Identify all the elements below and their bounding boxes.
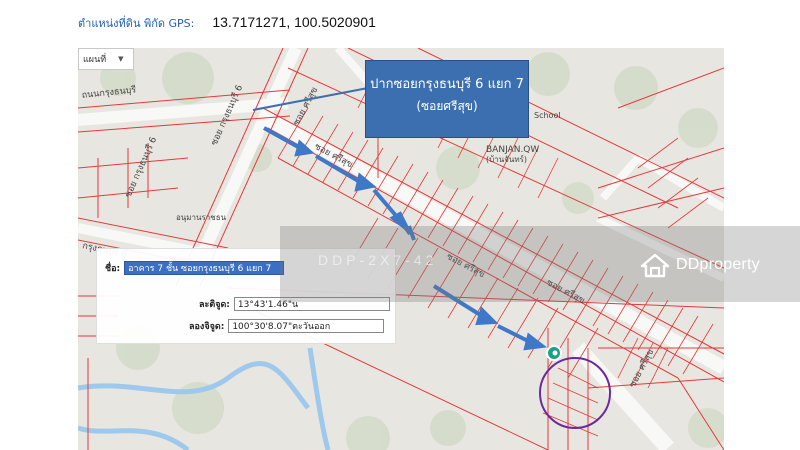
name-label: ชื่อ: [105, 264, 121, 274]
lon-row: ลองจิจูด: 100°30'8.07"ตะวันออก [189, 319, 385, 333]
callout-box: ปากซอยกรุงธนบุรี 6 แยก 7 (ซอยศรีสุข) [365, 60, 529, 138]
callout-subtitle: (ซอยศรีสุข) [416, 99, 478, 113]
callout-title: ปากซอยกรุงธนบุรี 6 แยก 7 [370, 77, 524, 92]
house-logo-icon [640, 253, 670, 278]
ddproperty-watermark: DDproperty [640, 252, 760, 278]
chevron-down-icon: ▼ [118, 55, 124, 63]
gps-value: 13.7171271, 100.5020901 [212, 14, 376, 30]
lon-field[interactable]: 100°30'8.07"ตะวันออก [228, 319, 385, 333]
gps-header: ตำแหน่งที่ดิน พิกัด GPS: 13.7171271, 100… [78, 14, 376, 36]
place-label: อนุมานราชธน [176, 213, 227, 222]
name-field[interactable]: อาคาร 7 ชั้น ซอยกรุงธนบุรี 6 แยก 7 [124, 261, 285, 275]
lat-label: ละติจูด: [199, 300, 230, 310]
map-type-select[interactable]: แผนที่ ▼ [78, 48, 134, 70]
place-label: BANJAN.QW [486, 145, 539, 155]
watermark-code: DDP-2X7-42 [318, 252, 438, 268]
watermark-brand: DDproperty [676, 256, 760, 273]
place-label: School [534, 111, 561, 120]
name-row: ชื่อ: อาคาร 7 ชั้น ซอยกรุงธนบุรี 6 แยก 7 [105, 261, 285, 275]
lon-label: ลองจิจูด: [189, 322, 225, 332]
gps-label: ตำแหน่งที่ดิน พิกัด GPS: [78, 17, 195, 30]
map-type-value: แผนที่ [83, 55, 107, 65]
location-pin-dot [552, 350, 558, 356]
place-label: (บ้านจันทร์) [486, 154, 527, 164]
